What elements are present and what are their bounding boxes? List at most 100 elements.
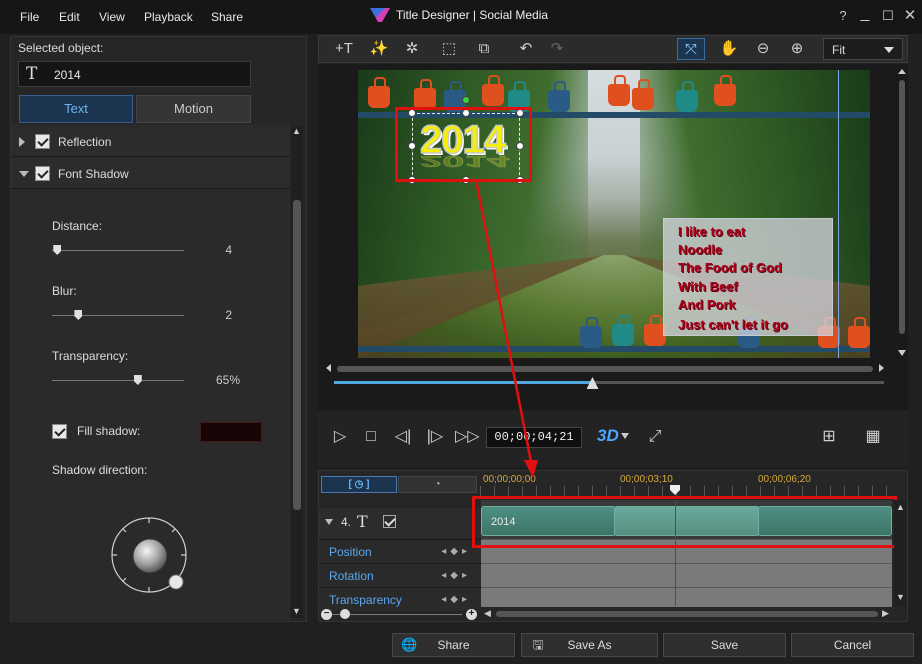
undo-icon[interactable]: ↶ [512, 38, 540, 60]
minimize-icon[interactable]: _ [858, 6, 872, 23]
bag-decoration [848, 317, 870, 348]
insert-shape-icon[interactable]: ⬚ [435, 38, 463, 60]
share-button[interactable]: 🌐 Share [392, 633, 515, 657]
bag-decoration [612, 315, 634, 346]
collapse-arrow-icon[interactable] [325, 519, 333, 525]
safe-area-guide [838, 70, 839, 358]
keyframe-row-label: Position [329, 545, 372, 559]
shadow-color-swatch[interactable] [200, 422, 262, 442]
scroll-up-icon[interactable]: ▲ [292, 126, 301, 136]
rotate-handle[interactable] [462, 96, 470, 104]
scroll-left-icon[interactable]: ◀ [484, 608, 491, 619]
seek-bar-progress [334, 381, 593, 384]
blur-value: 2 [225, 308, 232, 322]
grid-lines-icon[interactable]: ⊞ [818, 427, 840, 447]
transparency-label: Transparency: [52, 349, 129, 363]
safe-zone-icon[interactable]: ▦ [862, 427, 884, 447]
redo-icon[interactable]: ↷ [543, 38, 571, 60]
timeline-zoom-thumb[interactable] [340, 609, 350, 619]
timeline-ruler[interactable] [480, 486, 892, 496]
insert-title-icon[interactable]: +T [330, 38, 358, 60]
scroll-up-icon[interactable]: ▲ [896, 502, 905, 512]
text-object-icon: T [26, 64, 38, 84]
keyframe-nav-icon[interactable]: ◂◆▸ [441, 570, 471, 581]
track-visible-checkbox[interactable] [383, 515, 396, 528]
section-reflection[interactable]: Reflection [11, 127, 290, 157]
duration-mode-button[interactable]: ◔ [398, 476, 477, 493]
track-number: 4. [341, 515, 352, 529]
maximize-icon[interactable]: ☐ [881, 9, 895, 23]
zoom-in-icon[interactable]: ⊕ [783, 38, 811, 60]
save-as-button-label: Save As [567, 638, 612, 652]
keyframe-nav-icon[interactable]: ◂◆▸ [441, 594, 471, 605]
properties-scroll-thumb[interactable] [293, 200, 301, 510]
font-shadow-checkbox[interactable] [35, 166, 50, 181]
collapse-arrow-icon[interactable] [19, 171, 29, 177]
lyric-line: I like to eat [678, 224, 746, 239]
expand-arrow-icon[interactable] [19, 137, 25, 147]
chevron-down-icon[interactable] [621, 433, 629, 439]
shadow-direction-dial[interactable] [104, 510, 194, 600]
select-move-icon[interactable]: ⤧ [677, 38, 705, 60]
section-font-shadow[interactable]: Font Shadow [11, 159, 290, 189]
keyframe-row-position: Position ◂◆▸ [319, 539, 481, 563]
section-reflection-label: Reflection [58, 135, 112, 149]
keyframe-nav-icon[interactable]: ◂◆▸ [441, 546, 471, 557]
3d-mode-button[interactable]: 3D [597, 426, 619, 446]
scroll-down-icon[interactable]: ▼ [292, 606, 301, 616]
insert-particle-icon[interactable]: ✨ [365, 38, 393, 60]
preview-vertical-scrollbar[interactable] [897, 68, 907, 360]
scroll-right-icon[interactable]: ▶ [882, 608, 889, 619]
zoom-in-timeline-icon[interactable]: + [466, 609, 477, 620]
insert-effect-icon[interactable]: ✲ [398, 38, 426, 60]
timeline-scroll-thumb[interactable] [496, 611, 878, 617]
keyframe-row-label: Transparency [329, 593, 402, 607]
reflection-checkbox[interactable] [35, 134, 50, 149]
previous-frame-icon[interactable]: ◁| [392, 427, 414, 447]
tab-text[interactable]: Text [19, 95, 133, 123]
distance-value: 4 [225, 243, 232, 257]
blur-slider[interactable] [52, 315, 184, 316]
zoom-level-select[interactable]: Fit [823, 38, 903, 60]
timeline-mode-button[interactable]: [ ◷ ] [321, 476, 397, 493]
fill-shadow-checkbox[interactable] [52, 424, 67, 439]
distance-slider[interactable] [52, 250, 184, 251]
next-frame-icon[interactable]: |▷ [424, 427, 446, 447]
menu-view[interactable]: View [99, 10, 125, 24]
zoom-out-icon[interactable]: ⊖ [749, 38, 777, 60]
timecode-display[interactable]: 00;00;04;21 [486, 427, 582, 448]
bag-decoration [368, 77, 390, 108]
bag-decoration [580, 317, 602, 348]
section-font-shadow-label: Font Shadow [58, 167, 129, 181]
pan-hand-icon[interactable]: ✋ [715, 38, 743, 60]
zoom-out-timeline-icon[interactable]: − [321, 609, 332, 620]
save-button[interactable]: Save [663, 633, 786, 657]
fast-forward-icon[interactable]: ▷▷ [455, 427, 480, 447]
timeline-zoom-slider[interactable] [332, 614, 462, 615]
text-track-icon: T [357, 512, 368, 531]
fullscreen-icon[interactable]: ⤢ [644, 427, 666, 447]
ruler-label: 00;00;06;20 [758, 474, 811, 485]
menu-playback[interactable]: Playback [144, 10, 193, 24]
keyframe-lane[interactable] [481, 587, 892, 607]
play-icon[interactable]: ▷ [329, 427, 351, 447]
lyric-line: Noodle [678, 242, 723, 257]
scroll-down-icon[interactable]: ▼ [896, 592, 905, 602]
keyframe-lane[interactable] [481, 563, 892, 587]
menu-file[interactable]: File [20, 10, 39, 24]
insert-image-icon[interactable]: ⧉ [470, 38, 498, 60]
save-as-button[interactable]: 🖫 Save As [521, 633, 658, 657]
preview-horizontal-scrollbar[interactable] [325, 363, 885, 375]
tab-motion[interactable]: Motion [136, 95, 251, 123]
stop-icon[interactable]: □ [360, 427, 382, 447]
close-icon[interactable]: ✕ [903, 8, 917, 23]
menu-share[interactable]: Share [211, 10, 243, 24]
timeline-vertical-scrollbar[interactable] [894, 500, 906, 606]
help-icon[interactable]: ? [836, 9, 850, 23]
transparency-slider[interactable] [52, 380, 184, 381]
selected-object-field[interactable]: T 2014 [18, 61, 251, 87]
keyframe-row-label: Rotation [329, 569, 374, 583]
menu-edit[interactable]: Edit [59, 10, 80, 24]
distance-label: Distance: [52, 219, 103, 233]
cancel-button[interactable]: Cancel [791, 633, 914, 657]
